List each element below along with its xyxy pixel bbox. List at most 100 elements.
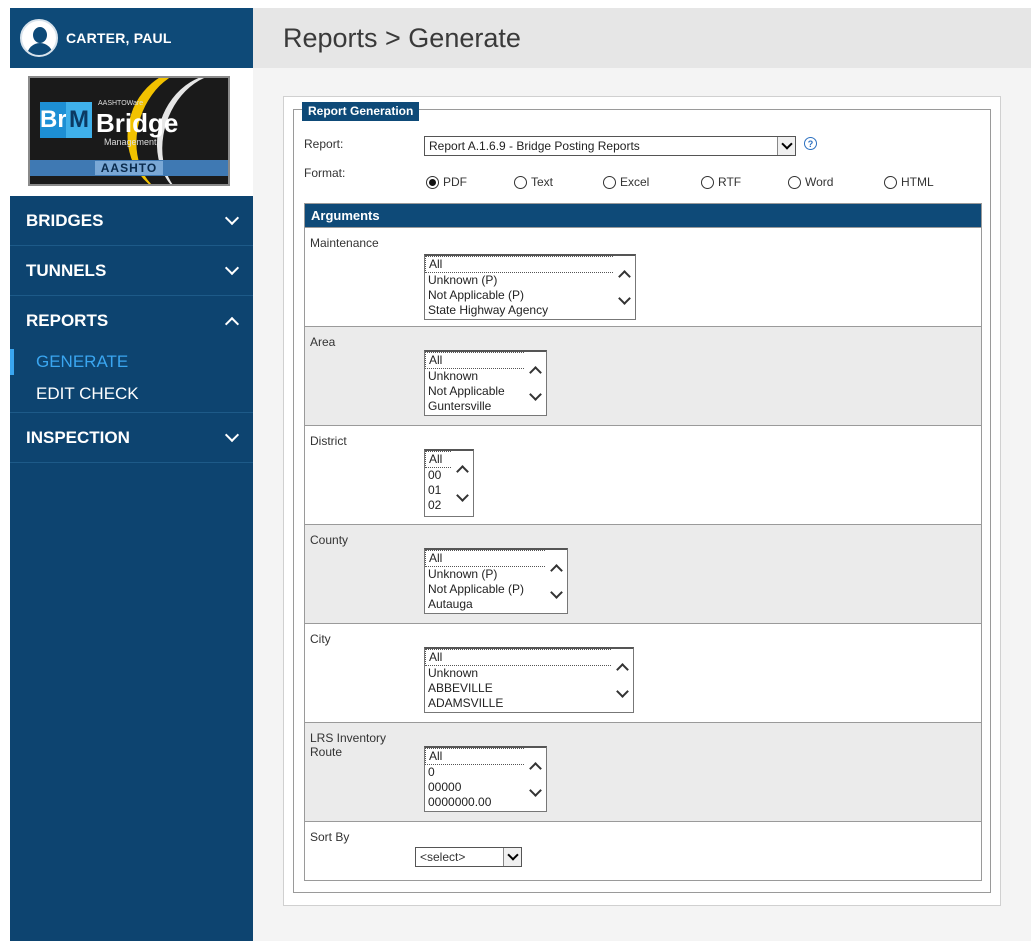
district-label: District	[310, 434, 347, 448]
format-radio-excel[interactable]: Excel	[603, 175, 649, 189]
nav-tunnels[interactable]: TUNNELS	[10, 246, 253, 296]
radio-unchecked-icon[interactable]	[788, 175, 801, 189]
format-option-label: Excel	[620, 175, 650, 189]
area-listbox[interactable]: All Unknown Not Applicable Guntersville	[424, 350, 547, 416]
sidebar: CARTER, PAUL Br M AASHTOWare Bridge Manag…	[10, 8, 253, 941]
reports-submenu: GENERATE EDIT CHECK	[10, 346, 253, 413]
format-radio-pdf[interactable]: PDF	[426, 175, 467, 189]
chevron-down-icon[interactable]	[616, 685, 629, 698]
listbox-scrollbar[interactable]	[611, 649, 633, 712]
listbox-scrollbar[interactable]	[545, 550, 567, 613]
chevron-up-icon[interactable]	[618, 270, 631, 283]
nav-bridges[interactable]: BRIDGES	[10, 196, 253, 246]
chevron-down-icon[interactable]	[529, 784, 542, 797]
sort-by-label: Sort By	[310, 830, 350, 844]
nav-reports-label: REPORTS	[26, 311, 109, 330]
user-name[interactable]: CARTER, PAUL	[66, 30, 172, 46]
format-radio-text[interactable]: Text	[514, 175, 553, 189]
list-option[interactable]: Unknown	[425, 666, 633, 681]
radio-unchecked-icon[interactable]	[603, 175, 616, 189]
nav-generate[interactable]: GENERATE	[10, 346, 253, 378]
nav-inspection[interactable]: INSPECTION	[10, 413, 253, 463]
chevron-up-icon[interactable]	[529, 366, 542, 379]
list-option[interactable]: All	[425, 256, 635, 273]
listbox-scrollbar[interactable]	[451, 451, 473, 516]
arg-row-sort-by: Sort By <select>	[305, 821, 981, 878]
list-option[interactable]: State Highway Agency	[425, 303, 635, 318]
chevron-down-icon	[224, 427, 240, 442]
arguments-header: Arguments	[305, 204, 981, 227]
city-label: City	[310, 632, 331, 646]
list-option[interactable]: All	[425, 649, 633, 666]
format-radio-html[interactable]: HTML	[884, 175, 934, 189]
chevron-down-icon[interactable]	[618, 292, 631, 305]
radio-unchecked-icon[interactable]	[514, 175, 527, 189]
format-option-label: HTML	[901, 175, 934, 189]
listbox-scrollbar[interactable]	[524, 748, 546, 811]
nav-edit-check[interactable]: EDIT CHECK	[10, 378, 253, 410]
list-option[interactable]: Unknown (P)	[425, 273, 635, 288]
arg-row-maintenance: Maintenance All Unknown (P) Not Applicab…	[305, 227, 981, 326]
county-listbox[interactable]: All Unknown (P) Not Applicable (P) Autau…	[424, 548, 568, 614]
list-option[interactable]: ADAMSVILLE	[425, 696, 633, 711]
logo-area: Br M AASHTOWare Bridge Management AASHTO	[10, 68, 253, 196]
chevron-down-icon[interactable]	[550, 586, 563, 599]
report-label: Report:	[304, 137, 344, 151]
arg-row-county: County All Unknown (P) Not Applicable (P…	[305, 524, 981, 623]
arguments-table: Arguments Maintenance All Unknown (P) No…	[304, 203, 982, 881]
format-radio-word[interactable]: Word	[788, 175, 833, 189]
list-option[interactable]: Not Applicable (P)	[425, 288, 635, 303]
lrs-route-label: LRS Inventory Route	[310, 731, 387, 759]
format-radio-rtf[interactable]: RTF	[701, 175, 741, 189]
listbox-scrollbar[interactable]	[613, 256, 635, 319]
main-content: Report Generation Report: Report A.1.6.9…	[253, 68, 1031, 941]
report-select[interactable]: Report A.1.6.9 - Bridge Posting Reports	[424, 136, 796, 156]
user-bar[interactable]: CARTER, PAUL	[10, 8, 253, 68]
chevron-down-icon[interactable]	[503, 848, 521, 866]
area-label: Area	[310, 335, 336, 349]
fieldset-legend: Report Generation	[302, 102, 420, 121]
sort-by-value: <select>	[420, 850, 466, 864]
help-icon[interactable]: ?	[804, 137, 817, 150]
arg-row-lrs-route: LRS Inventory Route All 0 00000 0000000.…	[305, 722, 981, 821]
chevron-down-icon[interactable]	[529, 388, 542, 401]
report-generation-fieldset: Report Generation Report: Report A.1.6.9…	[293, 102, 991, 893]
chevron-up-icon[interactable]	[529, 762, 542, 775]
chevron-up-icon[interactable]	[616, 663, 629, 676]
lrs-route-listbox[interactable]: All 0 00000 0000000.00	[424, 746, 547, 812]
format-label: Format:	[304, 166, 346, 180]
format-option-label: Word	[805, 175, 834, 189]
page-title: Reports > Generate	[283, 22, 521, 53]
radio-checked-icon[interactable]	[426, 175, 439, 189]
avatar[interactable]	[20, 19, 58, 57]
arg-row-area: Area All Unknown Not Applicable Guntersv…	[305, 326, 981, 425]
chevron-up-icon	[224, 316, 240, 332]
format-option-label: PDF	[443, 175, 467, 189]
chevron-down-icon	[224, 210, 240, 225]
arg-row-district: District All 00 01 02	[305, 425, 981, 524]
chevron-down-icon[interactable]	[456, 489, 469, 502]
nav-bridges-label: BRIDGES	[26, 210, 104, 230]
format-option-label: RTF	[718, 175, 742, 189]
list-option[interactable]: ABBEVILLE	[425, 681, 633, 696]
chevron-down-icon[interactable]	[777, 137, 795, 155]
listbox-scrollbar[interactable]	[524, 352, 546, 415]
maintenance-listbox[interactable]: All Unknown (P) Not Applicable (P) State…	[424, 254, 636, 320]
page-header: Reports > Generate	[253, 8, 1031, 68]
chevron-up-icon[interactable]	[456, 465, 469, 478]
arg-row-city: City All Unknown ABBEVILLE ADAMSVILLE	[305, 623, 981, 722]
city-listbox[interactable]: All Unknown ABBEVILLE ADAMSVILLE	[424, 647, 634, 713]
radio-unchecked-icon[interactable]	[884, 175, 897, 189]
report-select-value: Report A.1.6.9 - Bridge Posting Reports	[429, 139, 640, 153]
chevron-up-icon[interactable]	[550, 564, 563, 577]
district-listbox[interactable]: All 00 01 02	[424, 449, 474, 517]
brm-logo: Br M AASHTOWare Bridge Management AASHTO	[28, 76, 230, 186]
report-panel: Report Generation Report: Report A.1.6.9…	[283, 96, 1001, 906]
maintenance-label: Maintenance	[310, 236, 379, 250]
nav-tunnels-label: TUNNELS	[26, 260, 107, 280]
chevron-down-icon	[224, 260, 240, 275]
radio-unchecked-icon[interactable]	[701, 175, 714, 189]
nav-reports[interactable]: REPORTS	[10, 296, 253, 346]
sort-by-select[interactable]: <select>	[415, 847, 522, 867]
format-option-label: Text	[531, 175, 554, 189]
